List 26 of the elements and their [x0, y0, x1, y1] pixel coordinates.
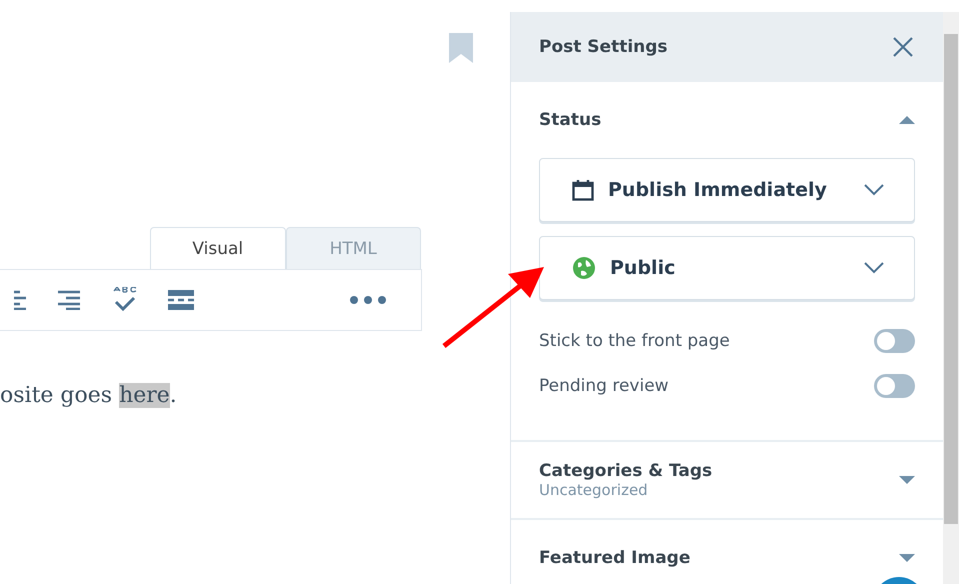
section-title[interactable]: Featured Image: [539, 548, 690, 568]
expand-caret-icon[interactable]: [899, 476, 915, 484]
section-subtitle: Uncategorized: [539, 481, 649, 499]
body-text: osite goes here.: [0, 383, 178, 408]
editor-tab[interactable]: Visual: [150, 227, 286, 269]
collapse-caret-icon[interactable]: [899, 116, 915, 124]
scrollbar[interactable]: [943, 12, 959, 584]
toggle-label: Pending review: [539, 376, 669, 396]
read-more-icon[interactable]: [168, 290, 194, 310]
calendar-icon: [572, 179, 594, 201]
expand-caret-icon[interactable]: [899, 554, 915, 562]
align-right-icon[interactable]: [56, 290, 80, 310]
close-icon[interactable]: [893, 37, 913, 57]
dropdown[interactable]: Public: [539, 236, 915, 300]
toggle-label: Stick to the front page: [539, 330, 730, 350]
chevron-down-icon: [864, 184, 884, 196]
section-title[interactable]: Status: [539, 110, 602, 130]
sidebar-title: Post Settings: [539, 37, 668, 57]
dropdown[interactable]: Publish Immediately: [539, 158, 915, 222]
globe-icon: [572, 256, 596, 280]
toggle-switch[interactable]: [874, 374, 915, 398]
align-icon[interactable]: [14, 290, 26, 310]
toggle-switch[interactable]: [874, 328, 915, 352]
more-icon[interactable]: [350, 296, 386, 304]
section-title[interactable]: Categories & Tags: [539, 461, 712, 481]
chevron-down-icon: [864, 262, 884, 274]
